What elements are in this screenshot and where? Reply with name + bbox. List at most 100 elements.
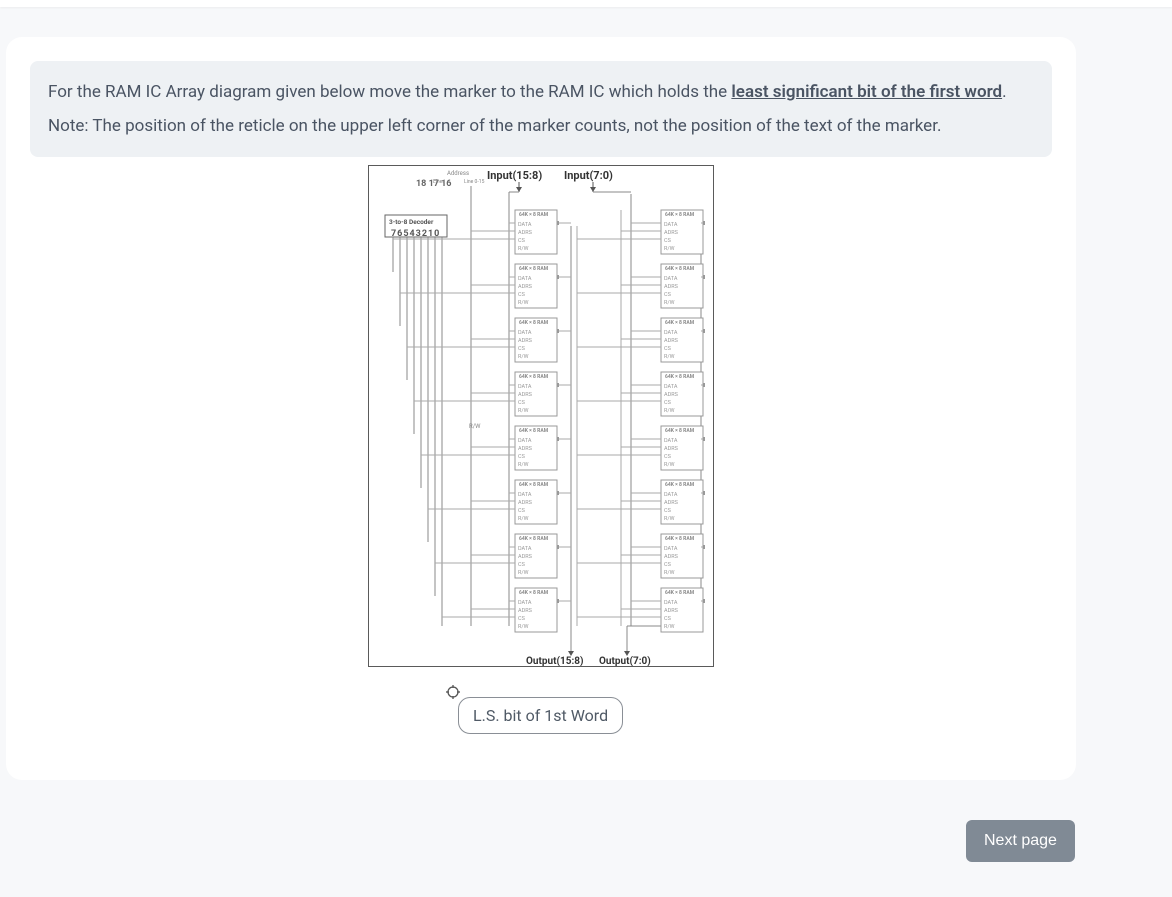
marker-area: L.S. bit of 1st Word (368, 685, 714, 750)
question-prefix: For the RAM IC Array diagram given below… (48, 82, 731, 102)
addr-top-label: Address (447, 170, 469, 177)
decoder-output-lines (393, 237, 442, 626)
addr-range-small: Line 0-15 (464, 179, 485, 185)
svg-text:64K × 8 RAM: 64K × 8 RAM (519, 320, 549, 326)
svg-text:ADRS: ADRS (664, 446, 679, 452)
addr-lines-word: Lines (433, 179, 445, 185)
output-left-label: Output(15:8) (526, 655, 584, 666)
svg-text:ADRS: ADRS (518, 554, 533, 560)
decoder-outputs: 76543210 (391, 229, 440, 239)
ram-chip-grid: 64K × 8 RAM DATA ADRS CS R/W 64K × 8 RAM DATA A… (393, 210, 705, 632)
svg-text:64K × 8 RAM: 64K × 8 RAM (519, 482, 549, 488)
svg-text:DATA: DATA (664, 276, 678, 282)
svg-text:DATA: DATA (518, 600, 532, 606)
svg-text:DATA: DATA (664, 492, 678, 498)
svg-text:DATA: DATA (664, 222, 678, 228)
svg-text:CS: CS (664, 292, 672, 298)
svg-text:DATA: DATA (518, 222, 532, 228)
svg-text:R/W: R/W (518, 246, 529, 252)
svg-text:R/W: R/W (518, 462, 529, 468)
svg-text:DATA: DATA (518, 330, 532, 336)
svg-text:ADRS: ADRS (518, 284, 533, 290)
svg-text:R/W: R/W (664, 516, 675, 522)
svg-text:DATA: DATA (664, 546, 678, 552)
svg-text:CS: CS (518, 508, 526, 514)
svg-text:CS: CS (664, 562, 672, 568)
svg-text:64K × 8 RAM: 64K × 8 RAM (519, 536, 549, 542)
ram-array-diagram[interactable]: 18 17 16 Address Lines Line 0-15 Input(1… (368, 165, 714, 667)
svg-text:CS: CS (518, 616, 526, 622)
input-right-label: Input(7:0) (564, 169, 613, 182)
svg-text:ADRS: ADRS (664, 338, 679, 344)
svg-text:64K × 8 RAM: 64K × 8 RAM (665, 590, 695, 596)
question-card: For the RAM IC Array diagram given below… (6, 37, 1076, 780)
svg-text:R/W: R/W (518, 624, 529, 630)
svg-text:CS: CS (664, 508, 672, 514)
svg-text:64K × 8 RAM: 64K × 8 RAM (665, 266, 695, 272)
svg-text:CS: CS (518, 400, 526, 406)
svg-text:DATA: DATA (518, 276, 532, 282)
svg-text:R/W: R/W (664, 462, 675, 468)
question-suffix: . (1002, 82, 1006, 102)
svg-text:CS: CS (664, 346, 672, 352)
question-emph: least significant bit of the first word (731, 82, 1002, 102)
reticle-icon[interactable] (446, 685, 460, 699)
rw-label-side: R/W (469, 423, 481, 430)
svg-text:R/W: R/W (518, 300, 529, 306)
svg-text:DATA: DATA (518, 384, 532, 390)
svg-text:CS: CS (664, 238, 672, 244)
svg-text:64K × 8 RAM: 64K × 8 RAM (519, 590, 549, 596)
svg-text:R/W: R/W (518, 354, 529, 360)
svg-text:DATA: DATA (518, 438, 532, 444)
svg-text:DATA: DATA (518, 492, 532, 498)
svg-text:ADRS: ADRS (664, 392, 679, 398)
svg-text:CS: CS (664, 616, 672, 622)
svg-text:DATA: DATA (664, 330, 678, 336)
marker-label[interactable]: L.S. bit of 1st Word (458, 697, 623, 734)
svg-text:R/W: R/W (518, 516, 529, 522)
svg-text:ADRS: ADRS (664, 554, 679, 560)
svg-text:R/W: R/W (518, 570, 529, 576)
svg-text:CS: CS (664, 400, 672, 406)
question-text: For the RAM IC Array diagram given below… (30, 61, 1052, 157)
svg-text:CS: CS (518, 346, 526, 352)
svg-text:R/W: R/W (664, 354, 675, 360)
svg-text:ADRS: ADRS (518, 230, 533, 236)
svg-text:64K × 8 RAM: 64K × 8 RAM (519, 374, 549, 380)
svg-text:64K × 8 RAM: 64K × 8 RAM (665, 320, 695, 326)
svg-text:CS: CS (518, 562, 526, 568)
svg-text:ADRS: ADRS (664, 230, 679, 236)
svg-text:ADRS: ADRS (664, 284, 679, 290)
svg-text:DATA: DATA (664, 600, 678, 606)
svg-text:CS: CS (518, 238, 526, 244)
input-left-label: Input(15:8) (487, 169, 542, 182)
svg-text:DATA: DATA (518, 546, 532, 552)
next-page-button[interactable]: Next page (966, 820, 1075, 862)
svg-text:R/W: R/W (518, 408, 529, 414)
svg-text:DATA: DATA (664, 384, 678, 390)
svg-text:R/W: R/W (664, 408, 675, 414)
decoder-label: 3-to-8 Decoder (389, 218, 434, 226)
svg-text:R/W: R/W (664, 300, 675, 306)
svg-text:64K × 8 RAM: 64K × 8 RAM (519, 428, 549, 434)
svg-text:CS: CS (518, 292, 526, 298)
svg-text:CS: CS (518, 454, 526, 460)
svg-text:R/W: R/W (664, 246, 675, 252)
top-strip (0, 0, 1172, 7)
svg-text:64K × 8 RAM: 64K × 8 RAM (665, 482, 695, 488)
svg-text:R/W: R/W (664, 570, 675, 576)
svg-text:CS: CS (664, 454, 672, 460)
svg-text:R/W: R/W (664, 624, 675, 630)
svg-text:ADRS: ADRS (518, 338, 533, 344)
svg-text:64K × 8 RAM: 64K × 8 RAM (519, 212, 549, 218)
output-right-label: Output(7:0) (599, 655, 651, 666)
svg-text:ADRS: ADRS (518, 500, 533, 506)
svg-text:64K × 8 RAM: 64K × 8 RAM (665, 536, 695, 542)
svg-text:ADRS: ADRS (518, 608, 533, 614)
svg-text:ADRS: ADRS (664, 608, 679, 614)
svg-text:64K × 8 RAM: 64K × 8 RAM (665, 212, 695, 218)
diagram-svg: 18 17 16 Address Lines Line 0-15 Input(1… (369, 166, 713, 666)
svg-text:ADRS: ADRS (518, 392, 533, 398)
svg-text:ADRS: ADRS (664, 500, 679, 506)
question-note: Note: The position of the reticle on the… (48, 116, 941, 136)
